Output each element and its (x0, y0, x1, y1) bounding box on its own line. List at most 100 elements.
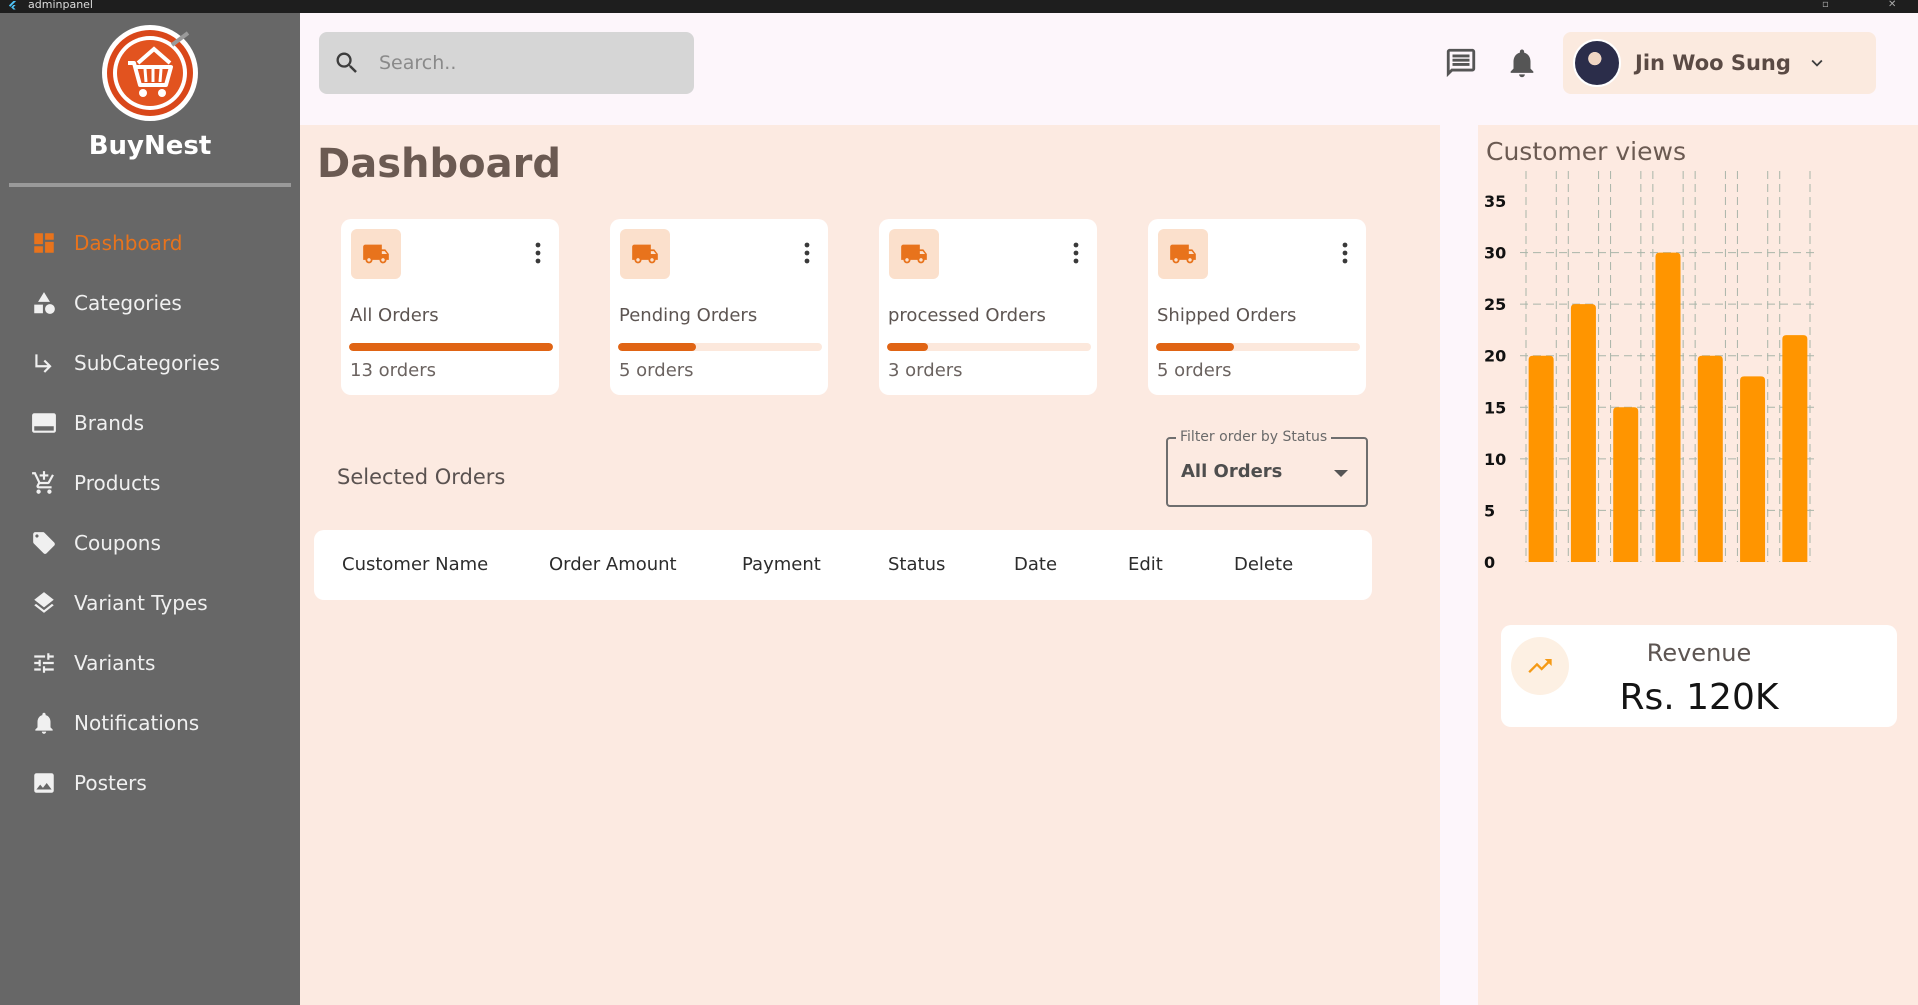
revenue-card: Revenue Rs. 120K (1501, 625, 1897, 727)
order-status-filter[interactable]: Filter order by Status All Orders (1166, 429, 1368, 507)
chart-bar[interactable] (1655, 252, 1681, 563)
sidebar-item-coupons[interactable]: Coupons (0, 513, 300, 573)
chevron-down-icon (1811, 59, 1823, 67)
card-progress-bar (887, 343, 1091, 351)
card-progress-fill (887, 343, 928, 351)
truck-icon (889, 229, 939, 279)
bell-icon (30, 709, 58, 737)
card-progress-fill (1156, 343, 1234, 351)
panel-gap (1440, 125, 1478, 1005)
order-summary-card[interactable]: Pending Orders 5 orders (610, 219, 828, 395)
sidebar-item-subcategories[interactable]: SubCategories (0, 333, 300, 393)
more-options-icon[interactable] (535, 241, 541, 265)
column-header: Delete (1234, 554, 1294, 575)
brands-icon (30, 409, 58, 437)
dashboard-icon (30, 229, 58, 257)
card-progress-bar (618, 343, 822, 351)
page-title: Dashboard (317, 141, 561, 187)
tag-icon (30, 529, 58, 557)
order-summary-card[interactable]: Shipped Orders 5 orders (1148, 219, 1366, 395)
user-name: Jin Woo Sung (1635, 51, 1791, 75)
sidebar-item-categories[interactable]: Categories (0, 273, 300, 333)
y-tick-label: 20 (1484, 347, 1506, 366)
layers-icon (30, 589, 58, 617)
sidebar-item-products[interactable]: Products (0, 453, 300, 513)
notification-bell-icon[interactable] (1505, 46, 1539, 80)
card-count: 3 orders (888, 360, 963, 381)
card-count: 5 orders (1157, 360, 1232, 381)
sidebar-nav: Dashboard Categories SubCategories Brand… (0, 213, 300, 813)
sidebar-item-label: Products (74, 471, 161, 495)
chart-bar[interactable] (1528, 355, 1554, 562)
image-icon (30, 769, 58, 797)
more-options-icon[interactable] (1073, 241, 1079, 265)
card-count: 5 orders (619, 360, 694, 381)
y-tick-label: 30 (1484, 244, 1506, 263)
card-title: All Orders (350, 305, 439, 326)
order-summary-card[interactable]: processed Orders 3 orders (879, 219, 1097, 395)
restore-window-icon[interactable]: ▫ (1822, 0, 1829, 10)
column-header: Customer Name (342, 554, 489, 575)
close-window-icon[interactable]: ✕ (1888, 0, 1896, 10)
main-content: Dashboard All Orders 13 orders Pending Ord… (300, 125, 1440, 1005)
chart-bar[interactable] (1782, 335, 1808, 562)
card-progress-fill (618, 343, 696, 351)
customer-views-chart: 0510152025303521222324252627 (1484, 171, 1816, 572)
user-profile-dropdown[interactable]: Jin Woo Sung (1563, 32, 1876, 94)
order-summary-card[interactable]: All Orders 13 orders (341, 219, 559, 395)
right-panel: Customer views 0510152025303521222324252… (1478, 125, 1918, 1005)
sidebar: BuyNest Dashboard Categories SubCategori… (0, 13, 300, 1005)
sidebar-item-posters[interactable]: Posters (0, 753, 300, 813)
sidebar-item-label: Notifications (74, 711, 200, 735)
sidebar-item-variants[interactable]: Variants (0, 633, 300, 693)
sidebar-item-dashboard[interactable]: Dashboard (0, 213, 300, 273)
brand-name: BuyNest (88, 131, 212, 161)
sidebar-item-label: Variants (74, 651, 156, 675)
revenue-value: Rs. 120K (1619, 677, 1779, 718)
sidebar-item-label: SubCategories (74, 351, 220, 375)
sidebar-item-label: Categories (74, 291, 182, 315)
column-header: Edit (1128, 554, 1163, 575)
selected-orders-label: Selected Orders (337, 465, 506, 489)
sidebar-item-notifications[interactable]: Notifications (0, 693, 300, 753)
y-tick-label: 35 (1484, 192, 1506, 211)
chart-bar[interactable] (1740, 376, 1766, 562)
chart-bar[interactable] (1697, 355, 1723, 562)
sidebar-item-brands[interactable]: Brands (0, 393, 300, 453)
revenue-label: Revenue (1646, 639, 1752, 667)
filter-value: All Orders (1181, 461, 1283, 482)
chart-bar[interactable] (1613, 407, 1639, 562)
chart-bar[interactable] (1570, 304, 1596, 562)
column-header: Order Amount (549, 554, 677, 575)
card-progress-bar (1156, 343, 1360, 351)
sidebar-item-variant-types[interactable]: Variant Types (0, 573, 300, 633)
card-title: Shipped Orders (1157, 305, 1297, 326)
categories-icon (30, 289, 58, 317)
dropdown-arrow-icon (1334, 470, 1348, 477)
card-count: 13 orders (350, 360, 437, 381)
search-bar[interactable] (319, 32, 694, 94)
message-icon[interactable] (1444, 46, 1478, 80)
truck-icon (1158, 229, 1208, 279)
sidebar-item-label: Variant Types (74, 591, 208, 615)
tune-icon (30, 649, 58, 677)
customer-views-title: Customer views (1486, 137, 1686, 166)
subdirectory-arrow-icon (30, 349, 58, 377)
y-tick-label: 0 (1484, 553, 1495, 572)
column-header: Date (1014, 554, 1058, 575)
card-title: Pending Orders (619, 305, 758, 326)
sidebar-divider (9, 183, 291, 187)
card-progress-fill (349, 343, 553, 351)
sidebar-item-label: Coupons (74, 531, 161, 555)
filter-legend: Filter order by Status (1176, 429, 1332, 445)
truck-icon (620, 229, 670, 279)
sidebar-item-label: Brands (74, 411, 144, 435)
orders-table-header: Customer Name Order Amount Payment Statu… (314, 530, 1372, 600)
sidebar-item-label: Dashboard (74, 231, 183, 255)
column-header: Status (888, 554, 946, 575)
search-input[interactable] (379, 52, 679, 74)
window-titlebar: adminpanel ▫ ✕ (0, 0, 1918, 13)
sidebar-item-label: Posters (74, 771, 147, 795)
more-options-icon[interactable] (1342, 241, 1348, 265)
more-options-icon[interactable] (804, 241, 810, 265)
